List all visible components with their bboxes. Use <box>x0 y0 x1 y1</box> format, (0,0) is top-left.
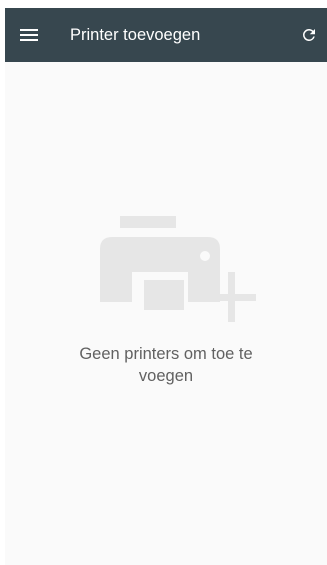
app-toolbar: Printer toevoegen <box>5 8 327 62</box>
empty-state-label: Geen printers om toe te voegen <box>79 345 253 385</box>
add-printer-icon <box>100 216 256 322</box>
refresh-button[interactable] <box>295 21 323 49</box>
page-title: Printer toevoegen <box>70 26 201 44</box>
hamburger-menu-icon <box>20 29 38 41</box>
empty-state-message: Geen printers om toe te voegen <box>5 343 327 387</box>
menu-button[interactable] <box>15 21 43 49</box>
status-bar <box>0 0 327 8</box>
app-screen: Printer toevoegen Geen printers om toe t… <box>5 8 327 565</box>
refresh-icon <box>302 28 315 41</box>
